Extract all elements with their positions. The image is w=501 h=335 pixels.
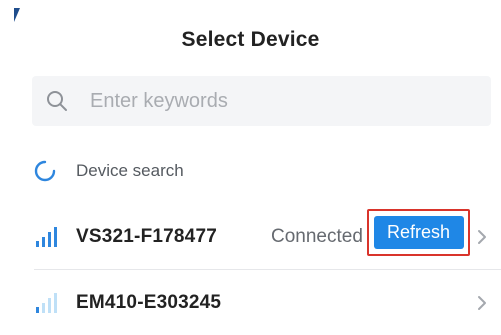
divider (34, 269, 501, 270)
device-name: EM410-E303245 (76, 292, 222, 313)
search-bar[interactable] (32, 76, 491, 126)
device-row[interactable]: EM410-E303245 (0, 273, 501, 333)
signal-strength-icon (36, 227, 57, 247)
refresh-button[interactable]: Refresh (373, 216, 464, 249)
signal-strength-icon (36, 293, 57, 313)
spinner-icon (34, 160, 56, 182)
page-title: Select Device (181, 28, 320, 51)
connection-status: Connected (271, 226, 363, 247)
device-search-label: Device search (76, 161, 184, 180)
device-row[interactable]: VS321-F178477 Connected Refresh (0, 207, 501, 267)
chevron-right-icon[interactable] (477, 295, 487, 311)
corner-mark-icon (14, 8, 20, 22)
refresh-highlight-box: Refresh (367, 209, 470, 256)
search-icon (45, 89, 69, 113)
search-input[interactable] (90, 89, 430, 113)
select-device-screen: Select Device Device search VS321-F17847… (0, 0, 501, 335)
device-search-status: Device search (34, 160, 184, 182)
chevron-right-icon[interactable] (477, 229, 487, 245)
device-name: VS321-F178477 (76, 226, 217, 247)
